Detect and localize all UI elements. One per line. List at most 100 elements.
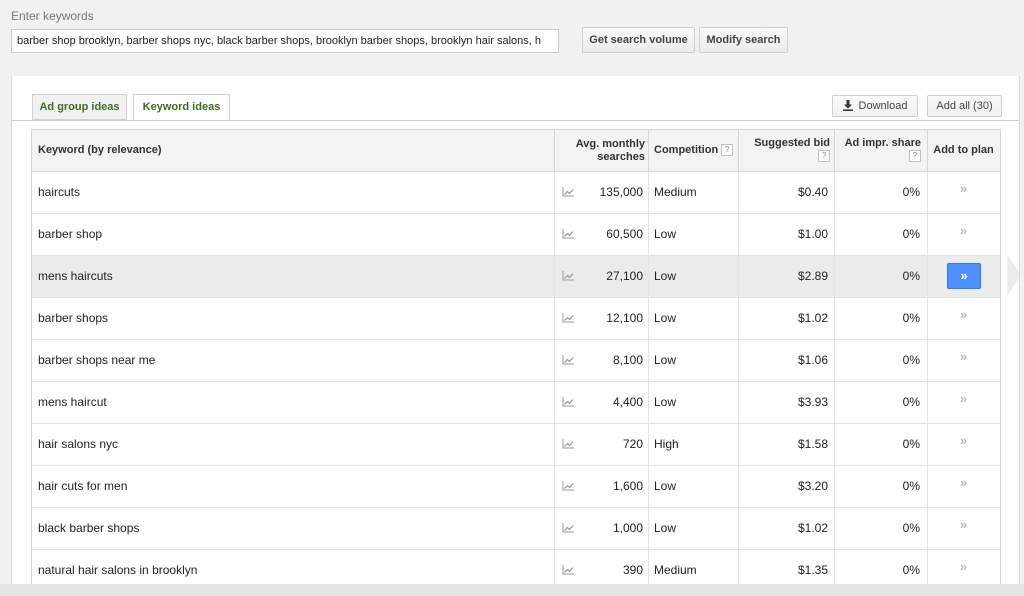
competition-cell: Low — [654, 521, 677, 535]
table-row[interactable]: mens haircut 4,400 Low $3.93 0% » — [32, 382, 1000, 424]
help-icon[interactable]: ? — [721, 144, 734, 157]
table-row[interactable]: hair cuts for men 1,600 Low $3.20 0% » — [32, 466, 1000, 508]
enter-keywords-label: Enter keywords — [11, 9, 94, 23]
keyword-cell: hair cuts for men — [38, 479, 128, 493]
avg-monthly-searches-cell: 8,100 — [612, 353, 643, 367]
header-competition[interactable]: Competition ? — [654, 130, 734, 171]
competition-cell: Low — [654, 269, 677, 283]
column-divider — [648, 256, 649, 297]
download-label: Download — [858, 100, 908, 112]
tab-divider — [12, 120, 1019, 121]
avg-monthly-searches-cell: 12,100 — [606, 311, 643, 325]
tab-ad-group-ideas[interactable]: Ad group ideas — [32, 94, 127, 120]
competition-cell: Low — [654, 227, 677, 241]
avg-monthly-searches-cell: 135,000 — [599, 185, 643, 199]
column-divider — [648, 340, 649, 381]
get-search-volume-button[interactable]: Get search volume — [582, 27, 695, 53]
header-ad-impr-share[interactable]: Ad impr. share ? — [834, 130, 921, 171]
keyword-cell: barber shop — [38, 227, 103, 241]
column-divider — [648, 508, 649, 549]
suggested-bid-cell: $3.93 — [797, 395, 828, 409]
competition-cell: Medium — [654, 563, 697, 577]
ad-impr-share-cell: 0% — [902, 479, 920, 493]
table-row[interactable]: natural hair salons in brooklyn 390 Medium… — [32, 550, 1000, 584]
keyword-cell: black barber shops — [38, 521, 140, 535]
add-to-plan-button[interactable]: » — [927, 382, 1000, 423]
column-divider — [648, 424, 649, 465]
competition-cell: Low — [654, 479, 677, 493]
column-divider — [648, 550, 649, 584]
column-divider — [648, 298, 649, 339]
header-keyword[interactable]: Keyword (by relevance) — [38, 130, 162, 171]
keywords-input[interactable]: barber shop brooklyn, barber shops nyc, … — [11, 29, 559, 53]
ad-impr-share-cell: 0% — [902, 353, 920, 367]
help-icon[interactable]: ? — [909, 150, 921, 163]
ad-impr-share-cell: 0% — [902, 563, 920, 577]
header-competition-label: Competition — [654, 144, 719, 156]
suggested-bid-cell: $3.20 — [797, 479, 828, 493]
competition-cell: Low — [654, 353, 677, 367]
table-row[interactable]: haircuts 135,000 Medium $0.40 0% » — [32, 172, 1000, 214]
suggested-bid-cell: $2.89 — [797, 269, 828, 283]
table-header: Keyword (by relevance) Avg. monthly sear… — [32, 130, 1000, 172]
header-searches-line-1: Avg. monthly — [575, 138, 645, 150]
add-to-plan-button[interactable]: » — [927, 424, 1000, 465]
competition-cell: Medium — [654, 185, 697, 199]
keyword-cell: haircuts — [38, 185, 81, 199]
search-panel: Enter keywords barber shop brooklyn, bar… — [0, 0, 1024, 76]
table-row[interactable]: hair salons nyc 720 High $1.58 0% » — [32, 424, 1000, 466]
add-to-plan-button[interactable]: » — [927, 214, 1000, 255]
modify-search-button[interactable]: Modify search — [699, 27, 788, 53]
table-row[interactable]: black barber shops 1,000 Low $1.02 0% » — [32, 508, 1000, 550]
table-row[interactable]: barber shops 12,100 Low $1.02 0% » — [32, 298, 1000, 340]
keyword-cell: hair salons nyc — [38, 437, 119, 451]
ad-impr-share-cell: 0% — [902, 395, 920, 409]
suggested-bid-cell: $1.58 — [797, 437, 828, 451]
help-icon[interactable]: ? — [818, 150, 830, 163]
ad-impr-share-cell: 0% — [902, 437, 920, 451]
avg-monthly-searches-cell: 1,000 — [612, 521, 643, 535]
suggested-bid-cell: $1.06 — [797, 353, 828, 367]
ad-impr-share-cell: 0% — [902, 521, 920, 535]
header-add-to-plan: Add to plan — [933, 144, 994, 156]
table-row[interactable]: barber shop 60,500 Low $1.00 0% » — [32, 214, 1000, 256]
tab-keyword-ideas[interactable]: Keyword ideas — [133, 94, 230, 121]
table-row[interactable]: mens haircuts 27,100 Low $2.89 0% » — [32, 256, 1000, 298]
avg-monthly-searches-cell: 27,100 — [606, 269, 643, 283]
competition-cell: Low — [654, 395, 677, 409]
competition-cell: High — [654, 437, 679, 451]
add-to-plan-button[interactable]: » — [947, 263, 981, 289]
add-to-plan-button[interactable]: » — [927, 466, 1000, 507]
ad-impr-share-cell: 0% — [902, 227, 920, 241]
header-searches-line-2: searches — [597, 151, 645, 163]
add-to-plan-button[interactable]: » — [927, 298, 1000, 339]
suggested-bid-cell: $1.02 — [797, 311, 828, 325]
keyword-cell: barber shops — [38, 311, 109, 325]
avg-monthly-searches-cell: 4,400 — [612, 395, 643, 409]
column-divider — [648, 172, 649, 213]
column-divider — [648, 214, 649, 255]
competition-cell: Low — [654, 311, 677, 325]
download-button[interactable]: Download — [832, 95, 918, 117]
add-to-plan-button[interactable]: » — [927, 172, 1000, 213]
column-divider — [648, 382, 649, 423]
add-to-plan-button[interactable]: » — [927, 508, 1000, 549]
header-avg-monthly-searches[interactable]: Avg. monthly searches — [555, 130, 645, 171]
table-body: haircuts 135,000 Medium $0.40 0%» barber shop… — [32, 172, 1000, 584]
keyword-cell: mens haircuts — [38, 269, 113, 283]
download-icon — [842, 100, 853, 111]
highlight-arrow — [1007, 254, 1019, 296]
table-row[interactable]: barber shops near me 8,100 Low $1.06 0% » — [32, 340, 1000, 382]
add-to-plan-button[interactable]: » — [927, 340, 1000, 381]
keyword-cell: natural hair salons in brooklyn — [38, 563, 198, 577]
results-panel: Ad group ideas Keyword ideas Download Ad… — [11, 76, 1020, 584]
column-divider — [648, 466, 649, 507]
add-all-button[interactable]: Add all (30) — [927, 95, 1002, 117]
suggested-bid-cell: $1.00 — [797, 227, 828, 241]
ad-impr-share-cell: 0% — [902, 269, 920, 283]
header-suggested-bid[interactable]: Suggested bid ? — [738, 130, 830, 171]
add-to-plan-button[interactable]: » — [927, 550, 1000, 584]
suggested-bid-cell: $1.35 — [797, 563, 828, 577]
avg-monthly-searches-cell: 60,500 — [606, 227, 643, 241]
keyword-cell: barber shops near me — [38, 353, 156, 367]
